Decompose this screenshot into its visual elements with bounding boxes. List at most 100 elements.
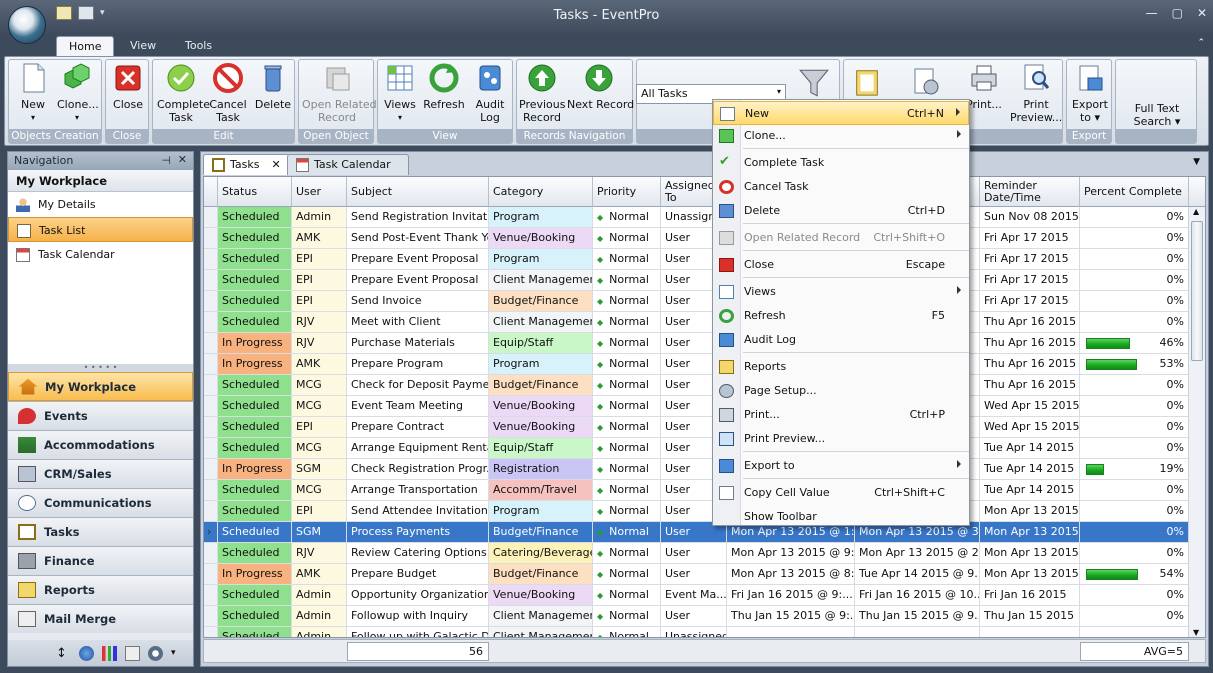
menu-item-complete-task[interactable]: ✔ Complete Task [713, 151, 969, 175]
cell-priority[interactable]: ◆ Normal [593, 354, 661, 375]
cell-pct[interactable]: 54% [1080, 564, 1189, 585]
scrollbar-thumb[interactable] [1191, 221, 1203, 361]
row-indicator[interactable] [204, 501, 218, 522]
column-header-subject[interactable]: Subject [347, 177, 489, 207]
cell-subject[interactable]: Prepare Budget [347, 564, 489, 585]
cell-priority[interactable]: ◆ Normal [593, 564, 661, 585]
cell-assigned[interactable]: Unassigned [661, 627, 727, 637]
module-tasks[interactable]: Tasks [8, 517, 193, 546]
cell-pct[interactable]: 0% [1080, 585, 1189, 606]
cell-category[interactable]: Budget/Finance [489, 375, 593, 396]
menu-item-delete[interactable]: Delete Ctrl+D [713, 199, 969, 223]
cell-status[interactable]: In Progress [218, 459, 292, 480]
complete-task-button[interactable]: Complete Task [157, 62, 210, 124]
cell-category[interactable]: Program [489, 354, 593, 375]
cell-subject[interactable]: Arrange Equipment Rental [347, 438, 489, 459]
row-indicator[interactable]: › [204, 522, 218, 543]
views-button[interactable]: Views ▾ [382, 62, 418, 124]
cell-pct[interactable]: 46% [1080, 333, 1189, 354]
cell-category[interactable]: Venue/Booking [489, 228, 593, 249]
cell-category[interactable]: Equip/Staff [489, 333, 593, 354]
cell-assigned[interactable]: Event Ma... [661, 585, 727, 606]
nav-item-my-details[interactable]: My Details [8, 192, 193, 217]
cell-reminder[interactable]: Mon Apr 13 2015 [980, 543, 1080, 564]
cell-priority[interactable]: ◆ Normal [593, 459, 661, 480]
cell-user[interactable]: EPI [292, 501, 347, 522]
row-indicator[interactable] [204, 438, 218, 459]
row-indicator[interactable] [204, 291, 218, 312]
cell-category[interactable]: Venue/Booking [489, 585, 593, 606]
app-menu-button[interactable] [8, 6, 46, 44]
cell-status[interactable]: Scheduled [218, 228, 292, 249]
cell-priority[interactable]: ◆ Normal [593, 375, 661, 396]
column-header-user[interactable]: User [292, 177, 347, 207]
table-row[interactable]: Scheduled AMK Send Post-Event Thank You Ven… [204, 228, 1189, 249]
menu-item-print-preview[interactable]: Print Preview... [713, 427, 969, 451]
cell-priority[interactable]: ◆ Normal [593, 606, 661, 627]
nav-item-task-calendar[interactable]: Task Calendar [8, 242, 193, 267]
settings-icon[interactable] [148, 645, 163, 661]
table-row[interactable]: Scheduled EPI Prepare Event Proposal Progra… [204, 249, 1189, 270]
cell-reminder[interactable]: Thu Apr 16 2015 [980, 312, 1080, 333]
cell-pct[interactable]: 0% [1080, 396, 1189, 417]
menu-item-cancel-task[interactable]: Cancel Task [713, 175, 969, 199]
menu-item-clone[interactable]: Clone... [713, 124, 969, 148]
cell-status[interactable]: Scheduled [218, 522, 292, 543]
cell-user[interactable]: SGM [292, 522, 347, 543]
table-row[interactable]: Scheduled EPI Send Invoice Budget/Finance ◆ N… [204, 291, 1189, 312]
cell-subject[interactable]: Send Invoice [347, 291, 489, 312]
cell-due[interactable]: Thu Jan 15 2015 @ 9... [855, 606, 980, 627]
cell-status[interactable]: Scheduled [218, 270, 292, 291]
cell-priority[interactable]: ◆ Normal [593, 627, 661, 637]
cell-status[interactable]: Scheduled [218, 606, 292, 627]
close-window-icon[interactable]: ✕ [1197, 6, 1207, 20]
cell-status[interactable]: Scheduled [218, 312, 292, 333]
cell-priority[interactable]: ◆ Normal [593, 207, 661, 228]
cell-status[interactable]: Scheduled [218, 249, 292, 270]
delete-button[interactable]: Delete [253, 62, 293, 111]
cell-status[interactable]: Scheduled [218, 480, 292, 501]
next-record-button[interactable]: Next Record [567, 62, 634, 111]
cell-reminder[interactable]: Thu Apr 16 2015 [980, 333, 1080, 354]
cell-user[interactable]: Admin [292, 585, 347, 606]
cell-priority[interactable]: ◆ Normal [593, 228, 661, 249]
cell-reminder[interactable]: Thu Apr 16 2015 [980, 354, 1080, 375]
table-row[interactable]: In Progress AMK Prepare Budget Budget/Finan… [204, 564, 1189, 585]
row-indicator[interactable] [204, 333, 218, 354]
row-indicator[interactable] [204, 480, 218, 501]
cell-user[interactable]: EPI [292, 249, 347, 270]
cell-subject[interactable]: Send Attendee Invitations [347, 501, 489, 522]
cell-status[interactable]: Scheduled [218, 291, 292, 312]
cell-pct[interactable]: 0% [1080, 228, 1189, 249]
row-indicator[interactable] [204, 585, 218, 606]
row-indicator[interactable] [204, 354, 218, 375]
cell-reminder[interactable]: Fri Apr 17 2015 [980, 291, 1080, 312]
cell-reminder[interactable] [980, 627, 1080, 637]
row-indicator[interactable] [204, 375, 218, 396]
cell-pct[interactable]: 0% [1080, 291, 1189, 312]
table-row[interactable]: In Progress AMK Prepare Program Program ◆ Nor… [204, 354, 1189, 375]
cell-user[interactable]: AMK [292, 354, 347, 375]
cell-subject[interactable]: Send Post-Event Thank You [347, 228, 489, 249]
cell-priority[interactable]: ◆ Normal [593, 480, 661, 501]
cell-subject[interactable]: Prepare Contract [347, 417, 489, 438]
cell-pct[interactable]: 0% [1080, 543, 1189, 564]
refresh-button[interactable]: Refresh [422, 62, 466, 111]
cell-category[interactable]: Catering/Beverages [489, 543, 593, 564]
cell-reminder[interactable]: Sun Nov 08 2015 [980, 207, 1080, 228]
page-setup-icon[interactable] [910, 66, 942, 98]
cell-status[interactable]: In Progress [218, 333, 292, 354]
cell-user[interactable]: EPI [292, 417, 347, 438]
cell-subject[interactable]: Follow up with Galactic D... [347, 627, 489, 637]
cell-subject[interactable]: Opportunity Organization... [347, 585, 489, 606]
table-row[interactable]: Scheduled Admin Followup with Inquiry Clien… [204, 606, 1189, 627]
cell-reminder[interactable]: Fri Apr 17 2015 [980, 228, 1080, 249]
cell-status[interactable]: In Progress [218, 354, 292, 375]
cell-pct[interactable]: 0% [1080, 522, 1189, 543]
row-indicator[interactable] [204, 228, 218, 249]
cell-pct[interactable]: 0% [1080, 249, 1189, 270]
cell-reminder[interactable]: Thu Jan 15 2015 [980, 606, 1080, 627]
cell-due[interactable] [855, 627, 980, 637]
cell-priority[interactable]: ◆ Normal [593, 585, 661, 606]
cell-status[interactable]: Scheduled [218, 417, 292, 438]
